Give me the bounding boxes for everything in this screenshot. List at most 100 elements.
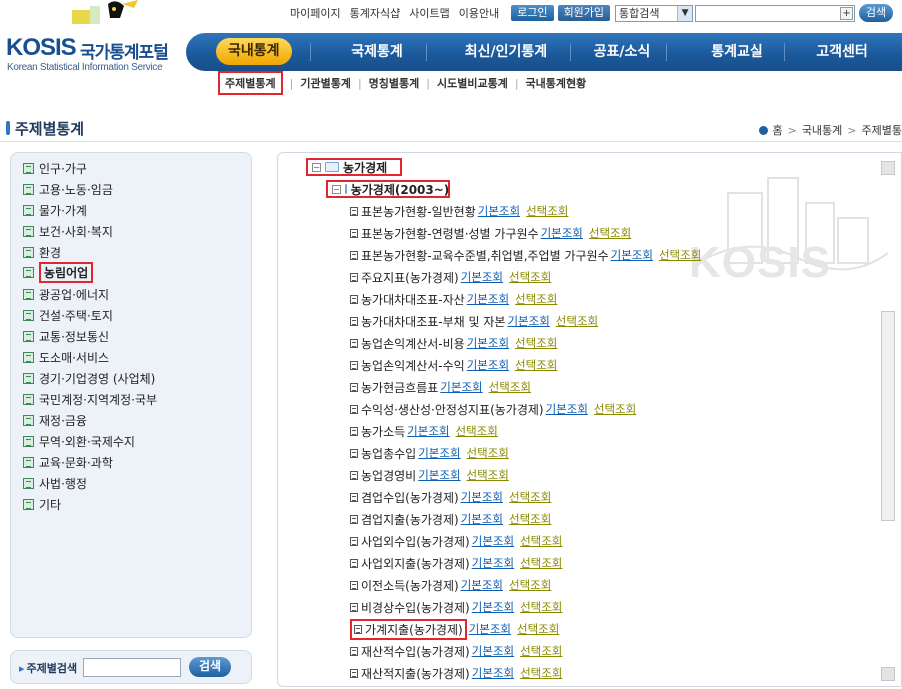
tree-leaf[interactable]: 비경상수입(농가경제) 기본조회 선택조회 bbox=[350, 598, 562, 616]
select-query-link[interactable]: 선택조회 bbox=[520, 643, 562, 659]
util-link-guide[interactable]: 이용안내 bbox=[459, 5, 499, 21]
tree-leaf[interactable]: 재산적지출(농가경제) 기본조회 선택조회 bbox=[350, 664, 562, 682]
tree-node-child[interactable]: − 농가경제(2003~) bbox=[326, 180, 450, 198]
tree-leaf[interactable]: 농업손익계산서-수익 기본조회 선택조회 bbox=[350, 356, 557, 374]
select-query-link[interactable]: 선택조회 bbox=[515, 291, 557, 307]
basic-query-link[interactable]: 기본조회 bbox=[507, 313, 549, 329]
category-item[interactable]: 인구·가구 bbox=[23, 160, 87, 176]
basic-query-link[interactable]: 기본조회 bbox=[461, 511, 503, 527]
subject-search-input[interactable] bbox=[83, 658, 181, 677]
select-query-link[interactable]: 선택조회 bbox=[456, 423, 498, 439]
category-item[interactable]: 교육·문화·과학 bbox=[23, 454, 113, 470]
lnb-item-name[interactable]: 명칭별통계 bbox=[369, 75, 420, 91]
tree-node-root[interactable]: − 농가경제 bbox=[306, 158, 402, 176]
tree-leaf[interactable]: 사업외지출(농가경제) 기본조회 선택조회 bbox=[350, 554, 562, 572]
tree-leaf[interactable]: 농가현금흐름표 기본조회 선택조회 bbox=[350, 378, 531, 396]
gnb-item-domestic[interactable]: 국내통계 bbox=[216, 38, 292, 65]
scroll-up-button[interactable] bbox=[881, 161, 895, 175]
tree-leaf[interactable]: 농업경영비 기본조회 선택조회 bbox=[350, 466, 509, 484]
tree-leaf[interactable]: 겸업수입(농가경제) 기본조회 선택조회 bbox=[350, 488, 551, 506]
select-query-link[interactable]: 선택조회 bbox=[659, 247, 701, 263]
kosis-logo[interactable]: KOSIS 국가통계포털 Korean Statistical Informat… bbox=[6, 30, 176, 78]
login-button[interactable]: 로그인 bbox=[511, 5, 554, 21]
basic-query-link[interactable]: 기본조회 bbox=[472, 555, 514, 571]
select-query-link[interactable]: 선택조회 bbox=[520, 665, 562, 681]
basic-query-link[interactable]: 기본조회 bbox=[478, 203, 520, 219]
util-link-shop[interactable]: 통계자식샵 bbox=[350, 5, 401, 21]
category-item[interactable]: 건설·주택·토지 bbox=[23, 307, 113, 323]
scrollbar-thumb[interactable] bbox=[881, 311, 895, 521]
select-query-link[interactable]: 선택조회 bbox=[515, 335, 557, 351]
basic-query-link[interactable]: 기본조회 bbox=[461, 489, 503, 505]
category-item[interactable]: 교통·정보통신 bbox=[23, 328, 109, 344]
category-item[interactable]: 기타 bbox=[23, 496, 61, 512]
breadcrumb-home[interactable]: 홈 bbox=[772, 122, 782, 138]
global-search-input[interactable]: + bbox=[695, 4, 856, 22]
basic-query-link[interactable]: 기본조회 bbox=[467, 291, 509, 307]
basic-query-link[interactable]: 기본조회 bbox=[541, 225, 583, 241]
breadcrumb-domestic[interactable]: 국내통계 bbox=[802, 122, 842, 138]
category-item[interactable]: 경기·기업경영 (사업체) bbox=[23, 370, 155, 386]
select-query-link[interactable]: 선택조회 bbox=[467, 445, 509, 461]
category-item[interactable]: 물가·가계 bbox=[23, 202, 87, 218]
select-query-link[interactable]: 선택조회 bbox=[509, 511, 551, 527]
select-query-link[interactable]: 선택조회 bbox=[526, 203, 568, 219]
join-button[interactable]: 회원가입 bbox=[557, 5, 611, 21]
category-item-selected[interactable]: 농림어업 bbox=[23, 261, 94, 283]
tree-leaf[interactable]: 농업총수입 기본조회 선택조회 bbox=[350, 444, 509, 462]
tree-leaf[interactable]: 가계지출(농가경제) 기본조회 선택조회 bbox=[350, 618, 559, 640]
basic-query-link[interactable]: 기본조회 bbox=[461, 577, 503, 593]
select-query-link[interactable]: 선택조회 bbox=[589, 225, 631, 241]
scroll-down-button[interactable] bbox=[881, 667, 895, 681]
tree-leaf[interactable]: 농업손익계산서-비용 기본조회 선택조회 bbox=[350, 334, 557, 352]
category-item[interactable]: 국민계정·지역계정·국부 bbox=[23, 391, 157, 407]
basic-query-link[interactable]: 기본조회 bbox=[467, 357, 509, 373]
gnb-item-popular[interactable]: 최신/인기통계 bbox=[446, 33, 566, 71]
collapse-icon[interactable]: − bbox=[332, 184, 341, 194]
basic-query-link[interactable]: 기본조회 bbox=[472, 599, 514, 615]
tree-leaf[interactable]: 표본농가현황-교육수준별,취업별,주업별 가구원수 기본조회 선택조회 bbox=[350, 246, 701, 264]
basic-query-link[interactable]: 기본조회 bbox=[467, 335, 509, 351]
category-item[interactable]: 광공업·에너지 bbox=[23, 286, 109, 302]
select-query-link[interactable]: 선택조회 bbox=[489, 379, 531, 395]
select-query-link[interactable]: 선택조회 bbox=[509, 269, 551, 285]
select-query-link[interactable]: 선택조회 bbox=[517, 621, 559, 637]
basic-query-link[interactable]: 기본조회 bbox=[546, 401, 588, 417]
basic-query-link[interactable]: 기본조회 bbox=[461, 269, 503, 285]
select-query-link[interactable]: 선택조회 bbox=[520, 555, 562, 571]
basic-query-link[interactable]: 기본조회 bbox=[472, 533, 514, 549]
tree-leaf[interactable]: 농가소득 기본조회 선택조회 bbox=[350, 422, 498, 440]
lnb-item-agency[interactable]: 기관별통계 bbox=[300, 75, 351, 91]
tree-leaf[interactable]: 농가대차대조표-부채 및 자본 기본조회 선택조회 bbox=[350, 312, 598, 330]
chevron-down-icon[interactable]: ▼ bbox=[677, 5, 693, 21]
gnb-item-news[interactable]: 공표/소식 bbox=[582, 33, 662, 71]
select-query-link[interactable]: 선택조회 bbox=[556, 313, 598, 329]
vertical-scrollbar[interactable] bbox=[881, 161, 895, 681]
basic-query-link[interactable]: 기본조회 bbox=[611, 247, 653, 263]
tree-leaf[interactable]: 농가대차대조표-자산 기본조회 선택조회 bbox=[350, 290, 557, 308]
util-link-sitemap[interactable]: 사이트맵 bbox=[409, 5, 449, 21]
basic-query-link[interactable]: 기본조회 bbox=[418, 467, 460, 483]
lnb-item-subject[interactable]: 주제별통계 bbox=[218, 71, 283, 95]
tree-leaf[interactable]: 이전소득(농가경제) 기본조회 선택조회 bbox=[350, 576, 551, 594]
category-item[interactable]: 도소매·서비스 bbox=[23, 349, 109, 365]
global-search-button[interactable]: 검색 bbox=[859, 4, 894, 22]
basic-query-link[interactable]: 기본조회 bbox=[407, 423, 449, 439]
gnb-item-class[interactable]: 통계교실 bbox=[694, 33, 780, 71]
basic-query-link[interactable]: 기본조회 bbox=[472, 643, 514, 659]
plus-icon[interactable]: + bbox=[840, 6, 854, 20]
category-item[interactable]: 사법·행정 bbox=[23, 475, 87, 491]
tree-leaf[interactable]: 표본농가현황-연령별·성별 가구원수 기본조회 선택조회 bbox=[350, 224, 631, 242]
tree-leaf[interactable]: 겸업지출(농가경제) 기본조회 선택조회 bbox=[350, 510, 551, 528]
subject-search-button[interactable]: 검색 bbox=[189, 657, 231, 677]
category-item[interactable]: 고용·노동·임금 bbox=[23, 181, 113, 197]
category-item[interactable]: 무역·외환·국제수지 bbox=[23, 433, 135, 449]
category-item[interactable]: 보건·사회·복지 bbox=[23, 223, 113, 239]
select-query-link[interactable]: 선택조회 bbox=[520, 533, 562, 549]
lnb-item-status[interactable]: 국내통계현황 bbox=[526, 75, 587, 91]
gnb-item-support[interactable]: 고객센터 bbox=[802, 33, 882, 71]
category-item[interactable]: 재정·금융 bbox=[23, 412, 87, 428]
select-query-link[interactable]: 선택조회 bbox=[515, 357, 557, 373]
tree-leaf[interactable]: 사업외수입(농가경제) 기본조회 선택조회 bbox=[350, 532, 562, 550]
collapse-icon[interactable]: − bbox=[312, 162, 321, 172]
